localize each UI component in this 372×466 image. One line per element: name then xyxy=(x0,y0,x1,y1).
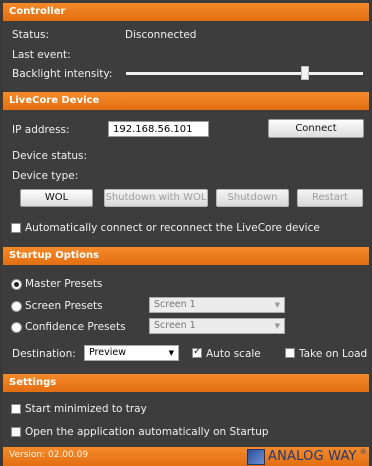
destination-label: Destination: xyxy=(12,348,76,360)
wol-button[interactable]: WOL xyxy=(20,189,93,207)
version-text: Version: 02.00.09 xyxy=(9,450,89,460)
backlight-intensity-label: Backlight intensity: xyxy=(12,68,113,80)
status-label: Status: xyxy=(12,29,49,41)
ip-address-input[interactable]: 192.168.56.101 xyxy=(108,121,209,137)
confidence-presets-label: Confidence Presets xyxy=(25,321,126,333)
livecore-device-section-header: LiveCore Device xyxy=(3,92,369,110)
confidence-presets-radio[interactable] xyxy=(11,322,22,333)
auto-scale-checkbox[interactable] xyxy=(192,346,202,358)
start-minimized-label: Start minimized to tray xyxy=(25,403,147,415)
master-presets-radio[interactable] xyxy=(11,279,22,290)
settings-section-header: Settings xyxy=(3,374,369,392)
auto-scale-label: Auto scale xyxy=(206,348,261,360)
confidence-presets-select-value: Screen 1 xyxy=(154,320,196,331)
ip-address-label: IP address: xyxy=(12,124,70,136)
device-type-label: Device type: xyxy=(12,170,79,182)
confidence-presets-select[interactable]: Screen 1 ▼ xyxy=(149,318,285,334)
start-minimized-checkbox[interactable] xyxy=(11,404,21,414)
destination-select-value: Preview xyxy=(89,347,126,358)
restart-button[interactable]: Restart xyxy=(297,189,363,207)
registered-mark: ® xyxy=(359,448,367,456)
startup-options-section-header: Startup Options xyxy=(3,247,369,265)
status-value: Disconnected xyxy=(125,29,197,41)
screen-presets-select-value: Screen 1 xyxy=(154,299,196,310)
device-status-label: Device status: xyxy=(12,150,88,162)
controller-window: Controller Status: Disconnected Last eve… xyxy=(3,0,369,466)
take-on-load-label: Take on Load xyxy=(299,348,368,360)
chevron-down-icon: ▼ xyxy=(274,322,280,330)
open-on-startup-label: Open the application automatically on St… xyxy=(25,426,269,438)
take-on-load-checkbox[interactable] xyxy=(285,348,295,358)
connect-button[interactable]: Connect xyxy=(268,119,364,138)
auto-connect-label: Automatically connect or reconnect the L… xyxy=(25,222,320,234)
chevron-down-icon: ▼ xyxy=(274,301,280,309)
master-presets-label: Master Presets xyxy=(25,278,103,290)
controller-section-header: Controller xyxy=(3,3,369,21)
analog-way-logo: ANALOG WAY ® xyxy=(247,448,367,465)
auto-connect-checkbox[interactable] xyxy=(11,223,21,233)
analog-way-logo-text: ANALOG WAY xyxy=(268,449,357,464)
shutdown-button[interactable]: Shutdown xyxy=(216,189,289,207)
screen-presets-label: Screen Presets xyxy=(25,300,103,312)
shutdown-with-wol-button[interactable]: Shutdown with WOL xyxy=(104,189,208,207)
analog-way-logo-icon xyxy=(247,448,265,465)
chevron-down-icon: ▼ xyxy=(168,349,174,357)
screen-presets-radio[interactable] xyxy=(11,301,22,312)
destination-select[interactable]: Preview ▼ xyxy=(84,345,179,361)
screen-presets-select[interactable]: Screen 1 ▼ xyxy=(149,297,285,313)
backlight-slider-thumb[interactable] xyxy=(301,66,309,80)
open-on-startup-checkbox[interactable] xyxy=(11,427,21,437)
last-event-label: Last event: xyxy=(12,49,71,61)
footer-bar: Version: 02.00.09 ANALOG WAY ® xyxy=(3,447,369,466)
backlight-slider-track[interactable] xyxy=(126,72,363,75)
